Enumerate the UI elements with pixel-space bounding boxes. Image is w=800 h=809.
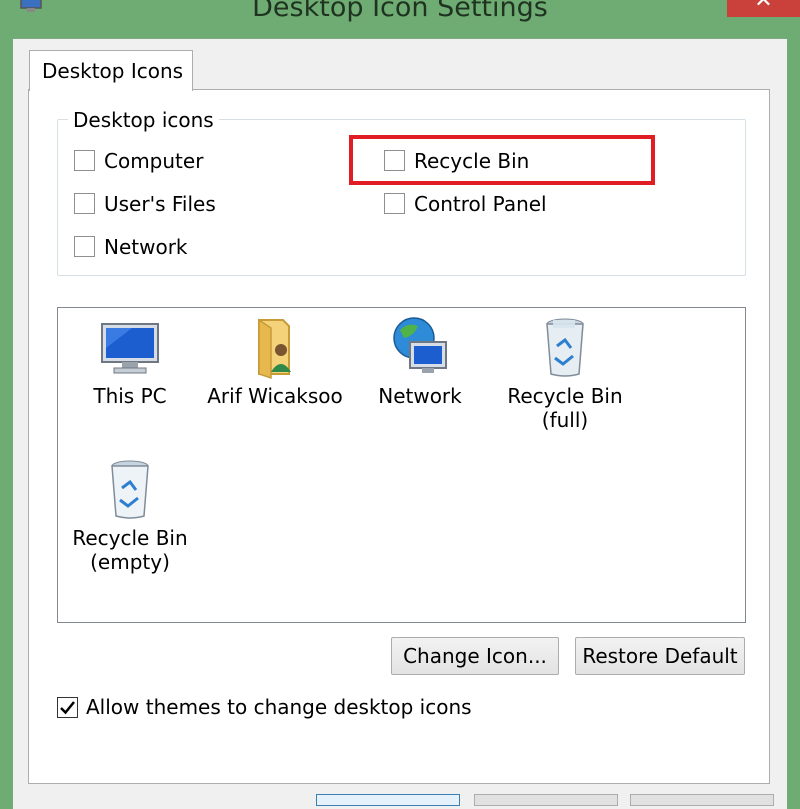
apply-button[interactable] <box>630 794 774 806</box>
users-files-checkbox-label: User's Files <box>104 192 216 216</box>
icon-label: Arif Wicaksoo <box>207 384 343 408</box>
icon-item-user-files[interactable]: Arif Wicaksoo <box>205 316 345 408</box>
computer-icon <box>98 316 162 380</box>
recycle-bin-empty-icon <box>98 458 162 522</box>
computer-checkbox-label: Computer <box>104 149 204 173</box>
control-panel-checkbox-label: Control Panel <box>414 192 547 216</box>
icon-item-recycle-bin-full[interactable]: Recycle Bin (full) <box>495 316 635 432</box>
network-checkbox[interactable] <box>74 236 95 257</box>
close-icon: ✕ <box>754 0 773 13</box>
change-icon-button[interactable]: Change Icon... <box>391 637 559 675</box>
restore-default-button[interactable]: Restore Default <box>575 637 745 675</box>
recycle-bin-full-icon <box>533 316 597 380</box>
computer-checkbox[interactable] <box>74 150 95 171</box>
network-icon <box>388 316 452 380</box>
allow-themes-checkbox[interactable] <box>57 697 78 718</box>
icon-label: Recycle Bin (full) <box>507 384 623 432</box>
close-button[interactable]: ✕ <box>727 0 800 17</box>
icon-item-network[interactable]: Network <box>350 316 490 408</box>
control-panel-checkbox[interactable] <box>384 193 405 214</box>
group-label: Desktop icons <box>68 108 219 132</box>
icon-item-recycle-bin-empty[interactable]: Recycle Bin (empty) <box>60 458 200 574</box>
icon-label: Recycle Bin (empty) <box>72 526 188 574</box>
ok-button[interactable] <box>316 794 460 806</box>
icon-label: Network <box>378 384 462 408</box>
tab-label: Desktop Icons <box>42 59 184 83</box>
allow-themes-label: Allow themes to change desktop icons <box>86 695 472 719</box>
network-checkbox-label: Network <box>104 235 188 259</box>
users-files-checkbox[interactable] <box>74 193 95 214</box>
user-folder-icon <box>243 316 307 380</box>
title-bar: Desktop Icon Settings ✕ <box>0 0 800 28</box>
icon-item-this-pc[interactable]: This PC <box>60 316 200 408</box>
recycle-bin-highlight <box>349 135 655 185</box>
checkmark-icon <box>60 701 75 715</box>
icon-label: This PC <box>93 384 167 408</box>
window-title: Desktop Icon Settings <box>252 0 548 23</box>
tab-desktop-icons[interactable]: Desktop Icons <box>29 50 193 91</box>
cancel-button[interactable] <box>474 794 618 806</box>
